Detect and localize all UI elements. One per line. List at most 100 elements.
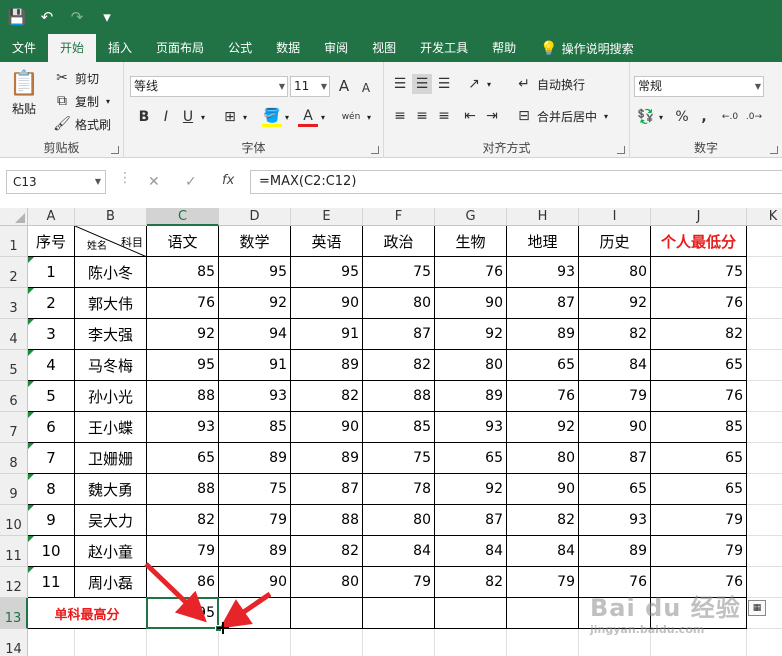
customize-qat-icon[interactable]: ▾ [94, 4, 120, 30]
cell-score[interactable]: 65 [147, 443, 219, 474]
cancel-icon[interactable]: ✕ [148, 174, 160, 190]
cell-empty[interactable] [363, 629, 435, 656]
dialog-launcher-icon[interactable] [770, 146, 778, 154]
grow-font-button[interactable]: A [334, 76, 354, 96]
cell-score[interactable]: 87 [363, 319, 435, 350]
cell-min[interactable]: 65 [651, 474, 747, 505]
cell-score[interactable]: 90 [507, 474, 579, 505]
cell-score[interactable]: 76 [435, 257, 507, 288]
cell-empty[interactable] [747, 381, 782, 412]
align-right-button[interactable]: ≡ [434, 106, 454, 126]
cell-score[interactable]: 90 [579, 412, 651, 443]
cell-score[interactable]: 80 [291, 567, 363, 598]
cell-seq[interactable]: 6 [28, 412, 75, 443]
align-top-button[interactable]: ☰ [390, 74, 410, 94]
cell-score[interactable]: 88 [291, 505, 363, 536]
cell-min-header[interactable]: 个人最低分 [651, 226, 747, 257]
cell-score[interactable]: 79 [579, 381, 651, 412]
cell-min[interactable]: 76 [651, 381, 747, 412]
font-size-select[interactable]: 11 ▼ [290, 76, 330, 97]
cell-score[interactable]: 89 [219, 536, 291, 567]
cell-seq-header[interactable]: 序号 [28, 226, 75, 257]
phonetic-button[interactable]: wén ▾ [338, 107, 371, 127]
cell-score[interactable]: 65 [507, 350, 579, 381]
cell-min[interactable]: 85 [651, 412, 747, 443]
row-header-3[interactable]: 3 [0, 288, 28, 319]
cell-name[interactable]: 吴大力 [75, 505, 147, 536]
cell-empty[interactable] [747, 257, 782, 288]
column-header-I[interactable]: I [579, 208, 651, 226]
comma-button[interactable]: , [694, 107, 714, 127]
column-header-E[interactable]: E [291, 208, 363, 226]
row-header-2[interactable]: 2 [0, 257, 28, 288]
cell-subject-header[interactable]: 语文 [147, 226, 219, 257]
tab-5[interactable]: 数据 [264, 36, 312, 62]
cell-score[interactable]: 87 [291, 474, 363, 505]
bold-button[interactable]: B [134, 107, 154, 127]
row-header-13[interactable]: 13 [0, 598, 28, 629]
cell-name[interactable]: 魏大勇 [75, 474, 147, 505]
cell-score[interactable]: 90 [291, 288, 363, 319]
align-left-button[interactable]: ≡ [390, 106, 410, 126]
dialog-launcher-icon[interactable] [111, 146, 119, 154]
worksheet-grid[interactable]: A B C D E F G H I J K 1 2 3 4 5 6 7 8 9 10 11 12 13 14 序号 姓名 科目 语文 数学… [0, 208, 782, 656]
cell-score[interactable]: 92 [507, 412, 579, 443]
cell-seq[interactable]: 1 [28, 257, 75, 288]
cell-score[interactable]: 93 [579, 505, 651, 536]
row-header-12[interactable]: 12 [0, 567, 28, 598]
cell-name[interactable]: 孙小光 [75, 381, 147, 412]
cell-score[interactable]: 91 [219, 350, 291, 381]
cell-seq[interactable]: 2 [28, 288, 75, 319]
cell-score[interactable]: 78 [363, 474, 435, 505]
enter-icon[interactable]: ✓ [185, 174, 197, 190]
row-header-9[interactable]: 9 [0, 474, 28, 505]
tell-me-search[interactable]: 💡 操作说明搜索 [528, 36, 645, 62]
cell-score[interactable]: 93 [507, 257, 579, 288]
tab-8[interactable]: 开发工具 [408, 36, 480, 62]
select-all-button[interactable] [0, 208, 28, 226]
tab-1[interactable]: 开始 [48, 34, 97, 62]
cell-score[interactable]: 92 [435, 319, 507, 350]
cell-empty[interactable] [747, 474, 782, 505]
tab-6[interactable]: 审阅 [312, 36, 360, 62]
redo-icon[interactable]: ↷ [64, 4, 90, 30]
cell-score[interactable]: 76 [147, 288, 219, 319]
fill-handle[interactable] [215, 625, 222, 632]
cell-seq[interactable]: 7 [28, 443, 75, 474]
format-painter-button[interactable]: 🖌 格式刷 [52, 114, 111, 134]
decrease-decimal-button[interactable]: .0→ [744, 107, 764, 127]
cell-score[interactable]: 87 [579, 443, 651, 474]
cell-score[interactable]: 75 [363, 443, 435, 474]
dialog-launcher-icon[interactable] [617, 146, 625, 154]
row-header-10[interactable]: 10 [0, 505, 28, 536]
cell-score[interactable]: 92 [147, 319, 219, 350]
cell-score[interactable]: 89 [579, 536, 651, 567]
cell-empty[interactable] [291, 629, 363, 656]
cell-seq[interactable]: 5 [28, 381, 75, 412]
cell-score[interactable]: 84 [363, 536, 435, 567]
cell-empty[interactable] [363, 598, 435, 629]
row-header-11[interactable]: 11 [0, 536, 28, 567]
cell-score[interactable]: 92 [579, 288, 651, 319]
undo-icon[interactable]: ↶ [34, 4, 60, 30]
cell-name[interactable]: 陈小冬 [75, 257, 147, 288]
cell-score[interactable]: 90 [219, 567, 291, 598]
cell-score[interactable]: 84 [579, 350, 651, 381]
cell-summary-label[interactable]: 单科最高分 [28, 598, 147, 629]
cell-score[interactable]: 82 [291, 381, 363, 412]
insert-function-icon[interactable]: fx [222, 173, 234, 188]
cell-score[interactable]: 82 [363, 350, 435, 381]
column-header-D[interactable]: D [219, 208, 291, 226]
cell-empty[interactable] [747, 536, 782, 567]
cell-score[interactable]: 87 [435, 505, 507, 536]
cell-score[interactable]: 89 [219, 443, 291, 474]
cell-score[interactable]: 89 [291, 443, 363, 474]
cell-empty[interactable] [435, 629, 507, 656]
cell-score[interactable]: 65 [435, 443, 507, 474]
cell-subject-header[interactable]: 地理 [507, 226, 579, 257]
column-header-A[interactable]: A [28, 208, 75, 226]
row-header-5[interactable]: 5 [0, 350, 28, 381]
cell-score[interactable]: 85 [363, 412, 435, 443]
row-header-8[interactable]: 8 [0, 443, 28, 474]
cell-score[interactable]: 92 [219, 288, 291, 319]
